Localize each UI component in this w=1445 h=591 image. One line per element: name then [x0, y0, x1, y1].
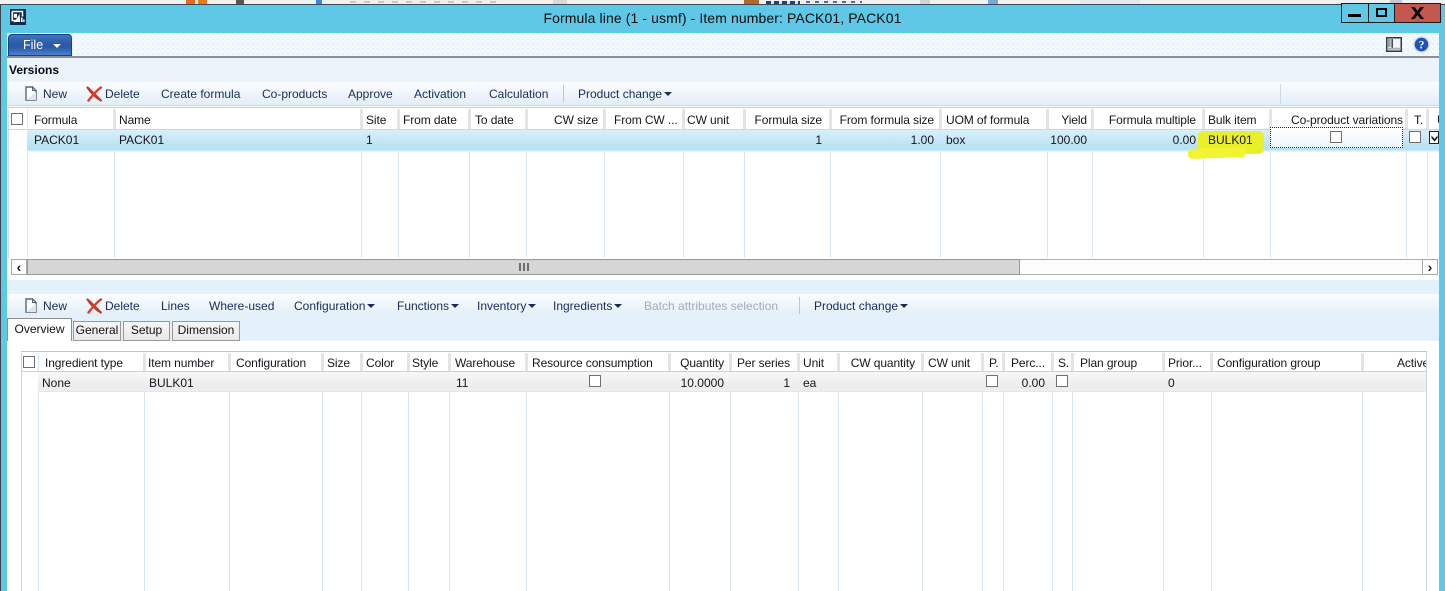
svg-text:?: ? [1419, 40, 1425, 52]
